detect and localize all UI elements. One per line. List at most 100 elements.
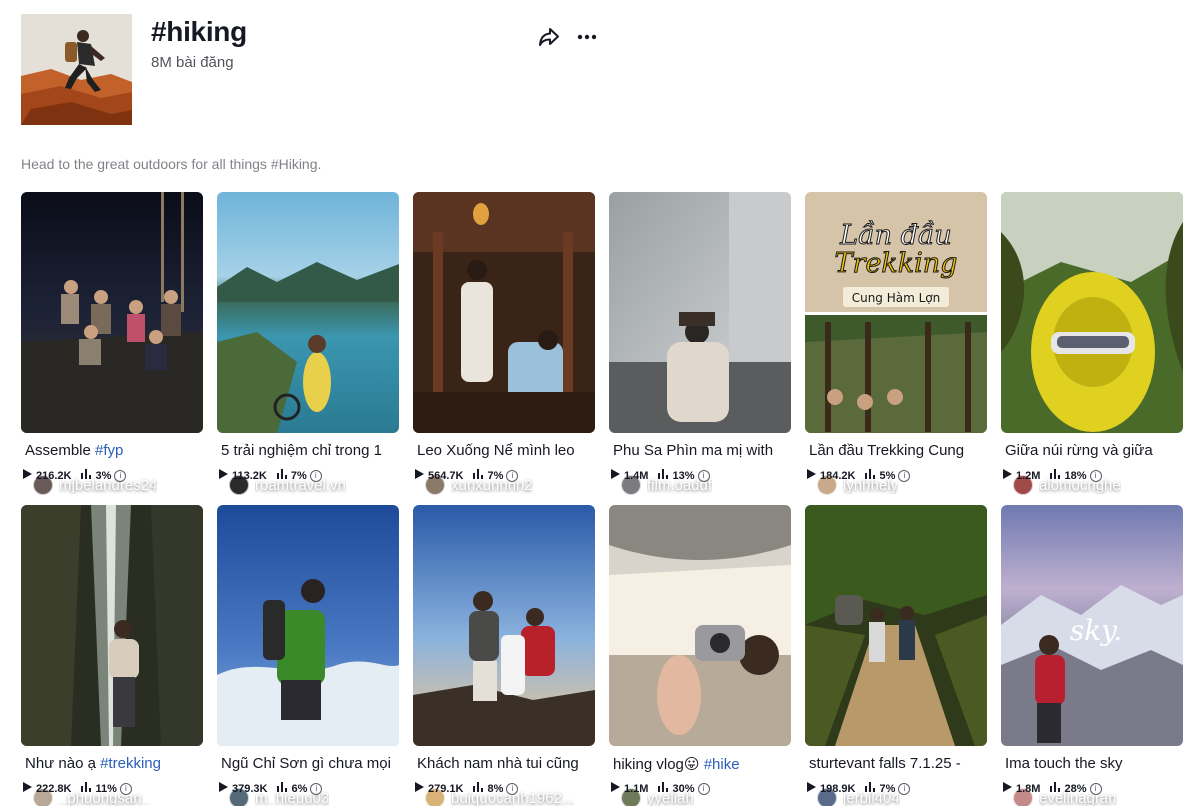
more-dots-icon xyxy=(577,34,597,40)
caption-text: Giữa núi rừng và giữa xyxy=(1005,442,1153,459)
video-card[interactable]: mjbelandres24 Assemble #fyp 216.2K 3% i xyxy=(21,192,203,505)
bar-chart-icon xyxy=(81,469,92,482)
play-icon xyxy=(23,782,32,795)
play-icon xyxy=(415,469,424,482)
video-stats: 1.4M 13% i xyxy=(611,469,710,482)
video-thumbnail[interactable] xyxy=(217,505,399,746)
caption-hashtag[interactable]: #trekking xyxy=(100,755,161,772)
video-thumbnail[interactable] xyxy=(805,505,987,746)
info-icon[interactable]: i xyxy=(697,782,710,795)
caption-text: Phu Sa Phìn ma mị with xyxy=(613,442,774,459)
video-stats: 184.2K 5% i xyxy=(807,469,911,482)
play-icon xyxy=(611,782,620,795)
svg-text:Cung Hàm Lợn: Cung Hàm Lợn xyxy=(852,291,941,305)
video-caption[interactable]: Như nào ạ #trekking xyxy=(25,755,201,772)
video-thumbnail[interactable] xyxy=(21,505,203,746)
info-icon[interactable]: i xyxy=(309,469,322,482)
video-thumbnail[interactable] xyxy=(21,192,203,433)
view-count: 184.2K xyxy=(820,469,856,482)
engagement-rate: 3% xyxy=(95,469,112,482)
video-card[interactable]: film.oaddf Phu Sa Phìn ma mị with 1.4M 1… xyxy=(609,192,791,505)
bar-chart-icon xyxy=(473,469,484,482)
info-icon[interactable]: i xyxy=(506,469,519,482)
video-thumbnail[interactable]: sky. xyxy=(1001,505,1183,746)
caption-hashtag[interactable]: #fyp xyxy=(95,442,123,459)
engagement-rate: 8% xyxy=(487,782,504,795)
video-stats: 564.7K 7% i xyxy=(415,469,519,482)
video-caption[interactable]: Lần đầu Trekking Cung xyxy=(809,442,985,459)
caption-text: Lần đầu Trekking Cung xyxy=(809,442,965,459)
video-stats: 379.3K 6% i xyxy=(219,782,323,795)
engagement-rate: 11% xyxy=(95,782,117,795)
video-stats: 216.2K 3% i xyxy=(23,469,127,482)
bar-chart-icon xyxy=(277,782,288,795)
video-thumbnail[interactable] xyxy=(609,192,791,433)
view-count: 1.4M xyxy=(624,469,649,482)
video-thumbnail[interactable] xyxy=(609,505,791,746)
play-icon xyxy=(807,469,816,482)
caption-hashtag[interactable]: #hike xyxy=(704,756,740,773)
video-caption[interactable]: Phu Sa Phìn ma mị with xyxy=(613,442,789,459)
info-icon[interactable]: i xyxy=(119,782,132,795)
caption-text: Ngũ Chỉ Sơn gì chưa mọi xyxy=(221,755,391,772)
video-card[interactable]: _phuongsan_ Như nào ạ #trekking 222.8K 1… xyxy=(21,505,203,806)
view-count: 198.9K xyxy=(820,782,856,795)
caption-text: Như nào ạ xyxy=(25,755,101,772)
bar-chart-icon xyxy=(658,782,669,795)
video-caption[interactable]: Leo Xuống Nể mình leo xyxy=(417,442,593,459)
video-card[interactable]: buiquocanh1962... Khách nam nhà tui cũng… xyxy=(413,505,595,806)
video-caption[interactable]: Khách nam nhà tui cũng xyxy=(417,755,593,772)
video-stats: 222.8K 11% i xyxy=(23,782,132,795)
view-count: 1.8M xyxy=(1016,782,1041,795)
video-stats: 1.2M 18% i xyxy=(1003,469,1102,482)
video-caption[interactable]: hiking vlog😛 #hike xyxy=(613,755,789,773)
info-icon[interactable]: i xyxy=(506,782,519,795)
svg-text:Lần đầu: Lần đầu xyxy=(839,220,952,251)
video-card[interactable]: Lần đầu Trekking Cung Hàm Lợn lynhhely L… xyxy=(805,192,987,505)
video-card[interactable]: yyeliah hiking vlog😛 #hike 1.1M 30% i xyxy=(609,505,791,806)
video-caption[interactable]: 5 trải nghiệm chỉ trong 1 xyxy=(221,442,397,459)
view-count: 279.1K xyxy=(428,782,464,795)
video-card[interactable]: jerbil404 sturtevant falls 7.1.25 - 198.… xyxy=(805,505,987,806)
info-icon[interactable]: i xyxy=(697,469,710,482)
engagement-rate: 18% xyxy=(1064,469,1087,482)
info-icon[interactable]: i xyxy=(898,782,911,795)
video-card[interactable]: alomocnghe Giữa núi rừng và giữa 1.2M 18… xyxy=(1001,192,1183,505)
bar-chart-icon xyxy=(865,782,876,795)
video-caption[interactable]: Giữa núi rừng và giữa xyxy=(1005,442,1181,459)
caption-text: Ima touch the sky xyxy=(1005,755,1123,772)
video-stats: 198.9K 7% i xyxy=(807,782,911,795)
video-caption[interactable]: Ngũ Chỉ Sơn gì chưa mọi xyxy=(221,755,397,772)
info-icon[interactable]: i xyxy=(1089,469,1102,482)
hashtag-cover-image xyxy=(21,14,132,125)
video-thumbnail[interactable] xyxy=(413,505,595,746)
svg-text:sky.: sky. xyxy=(1070,614,1122,647)
share-button[interactable] xyxy=(536,24,562,50)
play-icon xyxy=(219,782,228,795)
video-caption[interactable]: Ima touch the sky xyxy=(1005,755,1181,772)
caption-text: Khách nam nhà tui cũng xyxy=(417,755,579,772)
caption-text: 5 trải nghiệm chỉ trong 1 xyxy=(221,442,382,459)
video-thumbnail[interactable]: Lần đầu Trekking Cung Hàm Lợn xyxy=(805,192,987,433)
info-icon[interactable]: i xyxy=(114,469,127,482)
video-thumbnail[interactable] xyxy=(413,192,595,433)
view-count: 216.2K xyxy=(36,469,72,482)
play-icon xyxy=(1003,782,1012,795)
video-thumbnail[interactable] xyxy=(217,192,399,433)
video-card[interactable]: sky. evelinagran Ima touch the sky 1.8M … xyxy=(1001,505,1183,806)
video-card[interactable]: roamtravel.vn 5 trải nghiệm chỉ trong 1 … xyxy=(217,192,399,505)
video-caption[interactable]: Assemble #fyp xyxy=(25,442,201,459)
info-icon[interactable]: i xyxy=(898,469,911,482)
video-card[interactable]: m_hieuu03 Ngũ Chỉ Sơn gì chưa mọi 379.3K… xyxy=(217,505,399,806)
engagement-rate: 5% xyxy=(879,469,896,482)
video-caption[interactable]: sturtevant falls 7.1.25 - xyxy=(809,755,985,772)
video-grid: mjbelandres24 Assemble #fyp 216.2K 3% i xyxy=(21,192,1187,806)
bar-chart-icon xyxy=(276,469,287,482)
info-icon[interactable]: i xyxy=(1089,782,1102,795)
video-card[interactable]: xunxunnnn2 Leo Xuống Nể mình leo 564.7K … xyxy=(413,192,595,505)
engagement-rate: 7% xyxy=(879,782,896,795)
video-thumbnail[interactable] xyxy=(1001,192,1183,433)
info-icon[interactable]: i xyxy=(310,782,323,795)
play-icon xyxy=(415,782,424,795)
more-options-button[interactable] xyxy=(574,24,600,50)
